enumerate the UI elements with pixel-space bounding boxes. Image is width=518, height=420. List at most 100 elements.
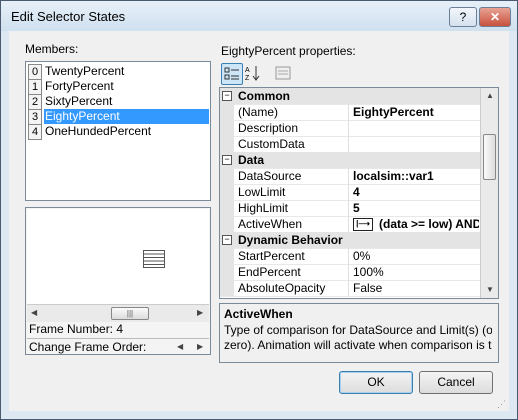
row-margin (220, 248, 234, 264)
column-divider[interactable] (348, 280, 349, 296)
ok-button[interactable]: OK (339, 371, 413, 394)
change-frame-order-row: Change Frame Order: ◀ ▶ (27, 338, 209, 354)
property-row[interactable]: (Name) EightyPercent (220, 104, 480, 121)
property-pages-icon[interactable] (273, 63, 293, 83)
scroll-down-arrow-icon[interactable]: ▼ (486, 285, 494, 294)
scroll-thumb[interactable]: ||| (111, 307, 149, 320)
help-button[interactable]: ? (449, 7, 477, 27)
property-value[interactable]: EightyPercent (353, 105, 479, 119)
property-value[interactable]: 5 (353, 201, 479, 215)
move-frame-right-icon[interactable]: ▶ (197, 342, 203, 351)
move-frame-left-icon[interactable]: ◀ (177, 342, 183, 351)
property-grid-toolbar: A Z (221, 63, 301, 85)
categorized-view-icon[interactable] (221, 63, 243, 85)
member-item[interactable]: 2 SixtyPercent (28, 94, 208, 110)
description-line-2: zero). Animation will activate when comp… (224, 338, 492, 352)
property-row[interactable]: Description (220, 120, 480, 137)
property-value[interactable]: 4 (353, 185, 479, 199)
property-name: Description (238, 121, 299, 135)
scroll-right-arrow-icon[interactable]: ▶ (197, 308, 203, 317)
collapse-icon[interactable]: − (222, 235, 232, 245)
frame-image-icon (143, 250, 165, 268)
column-divider[interactable] (348, 184, 349, 200)
property-value-text: (data >= low) AND (379, 217, 479, 231)
property-name: LowLimit (238, 185, 286, 199)
row-margin (220, 280, 234, 296)
collapse-icon[interactable]: − (222, 91, 232, 101)
property-row[interactable]: LowLimit 4 (220, 184, 480, 201)
scroll-thumb-vertical[interactable] (483, 134, 496, 180)
property-name: (Name) (238, 105, 279, 119)
resize-grip-icon[interactable]: ⋰ (497, 399, 507, 409)
member-item[interactable]: 3 EightyPercent (28, 109, 209, 125)
column-divider[interactable] (348, 136, 349, 152)
property-row[interactable]: CustomData (220, 136, 480, 153)
property-value[interactable]: localsim::var1 (353, 169, 479, 183)
alphabetical-sort-icon[interactable]: A Z (243, 63, 263, 83)
member-item[interactable]: 1 FortyPercent (28, 79, 208, 95)
member-name: EightyPercent (44, 109, 209, 124)
scroll-up-arrow-icon[interactable]: ▲ (486, 91, 494, 100)
property-grid[interactable]: − Common (Name) EightyPercent Description Cus… (219, 87, 499, 299)
property-grid-scrollbar[interactable]: ▲ ▼ (480, 88, 498, 298)
row-margin (220, 184, 234, 200)
property-description-pane: ActiveWhen Type of comparison for DataSo… (219, 303, 499, 363)
member-index: 0 (28, 64, 42, 80)
category-name: Data (238, 153, 265, 167)
column-divider[interactable] (348, 264, 349, 280)
collapse-icon[interactable]: − (222, 155, 232, 165)
dialog-window: Edit Selector States ? ✕ Members: 0 Twent… (0, 0, 518, 420)
column-divider[interactable] (348, 104, 349, 120)
properties-label: EightyPercent properties: (221, 44, 356, 58)
frame-preview (27, 209, 209, 304)
member-name: OneHundedPercent (45, 124, 152, 138)
row-margin (220, 120, 234, 136)
property-row[interactable]: HighLimit 5 (220, 200, 480, 217)
property-value[interactable]: |⟶ (data >= low) AND (353, 217, 479, 232)
description-title: ActiveWhen (224, 307, 293, 321)
member-name: TwentyPercent (45, 64, 125, 78)
close-button[interactable]: ✕ (479, 7, 511, 27)
property-grid-rows: − Common (Name) EightyPercent Description Cus… (220, 88, 480, 298)
row-margin (220, 168, 234, 184)
column-divider[interactable] (348, 248, 349, 264)
column-divider[interactable] (348, 120, 349, 136)
scroll-left-arrow-icon[interactable]: ◀ (31, 308, 37, 317)
members-label: Members: (25, 42, 79, 56)
property-row[interactable]: EndPercent 100% (220, 264, 480, 281)
preview-horizontal-scrollbar[interactable]: ◀ ||| ▶ (27, 304, 209, 322)
row-margin (220, 200, 234, 216)
member-item[interactable]: 0 TwentyPercent (28, 64, 208, 80)
column-divider[interactable] (348, 200, 349, 216)
member-index: 1 (28, 79, 42, 95)
property-category[interactable]: − Common (220, 88, 480, 105)
svg-text:A: A (245, 67, 250, 74)
property-name: DataSource (238, 169, 302, 183)
property-row[interactable]: DataSource localsim::var1 (220, 168, 480, 185)
column-divider[interactable] (348, 168, 349, 184)
property-value[interactable]: 0% (353, 249, 479, 263)
dialog-body: Members: 0 TwentyPercent 1 FortyPercent 2 Six… (9, 31, 509, 411)
svg-text:Z: Z (245, 75, 250, 81)
row-margin (220, 104, 234, 120)
member-name: FortyPercent (45, 79, 114, 93)
property-category[interactable]: − Data (220, 152, 480, 169)
members-list[interactable]: 0 TwentyPercent 1 FortyPercent 2 SixtyPercent… (25, 61, 211, 201)
title-bar[interactable]: Edit Selector States ? ✕ (1, 1, 517, 31)
property-row[interactable]: StartPercent 0% (220, 248, 480, 265)
property-category[interactable]: − Dynamic Behavior (220, 232, 480, 249)
property-name: StartPercent (238, 249, 305, 263)
column-divider[interactable] (348, 216, 349, 232)
property-row[interactable]: AbsoluteOpacity False (220, 280, 480, 297)
cancel-button[interactable]: Cancel (419, 371, 493, 394)
member-item[interactable]: 4 OneHundedPercent (28, 124, 208, 140)
property-value[interactable]: False (353, 281, 479, 295)
member-index: 3 (28, 109, 42, 125)
category-name: Dynamic Behavior (238, 233, 343, 247)
property-name: CustomData (238, 137, 305, 151)
property-row[interactable]: ActiveWhen |⟶ (data >= low) AND (220, 216, 480, 233)
property-value[interactable]: 100% (353, 265, 479, 279)
category-name: Common (238, 89, 290, 103)
description-line-1: Type of comparison for DataSource and Li… (224, 323, 492, 337)
window-title: Edit Selector States (11, 9, 126, 24)
